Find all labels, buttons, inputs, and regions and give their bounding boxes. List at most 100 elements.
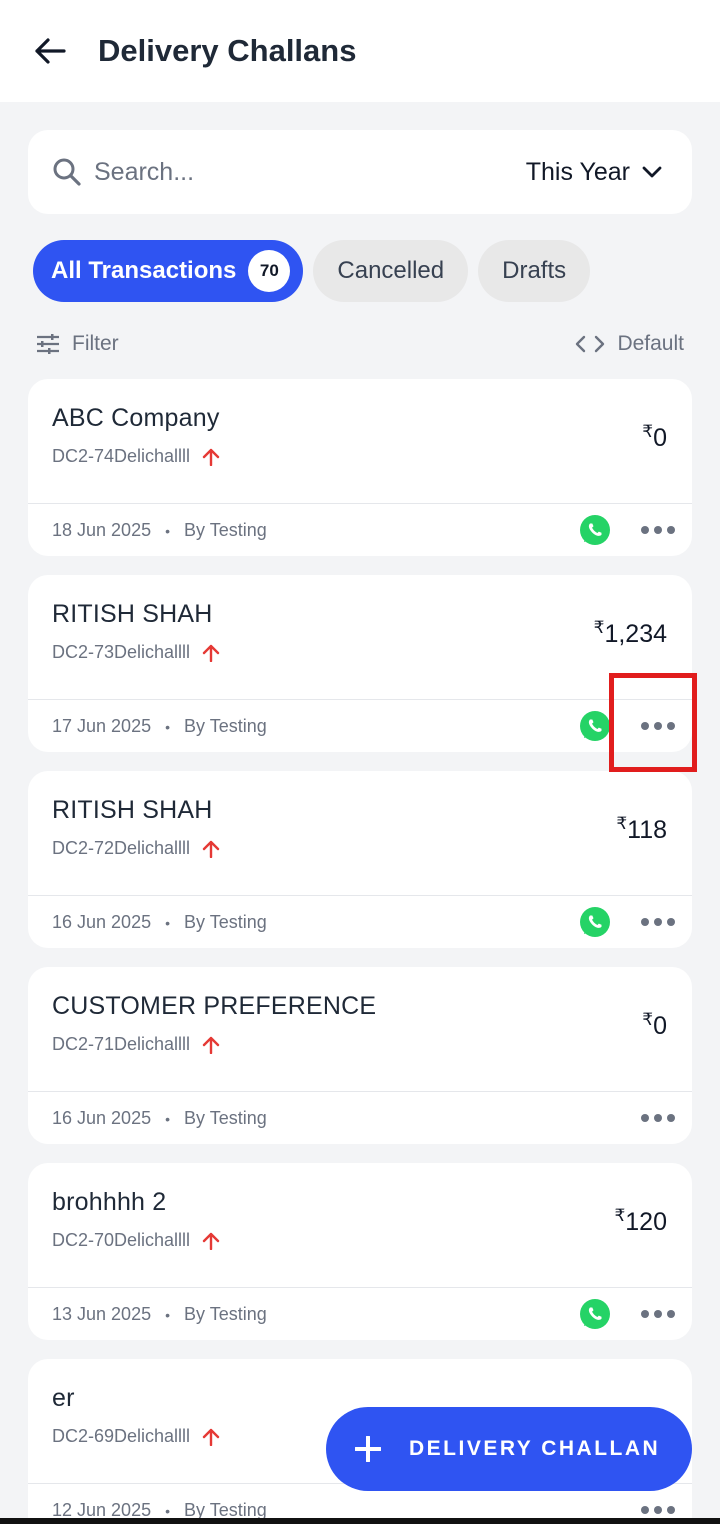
challan-date: 16 Jun 2025 xyxy=(52,1108,152,1128)
currency-symbol: ₹ xyxy=(642,422,654,441)
created-by: By Testing xyxy=(184,520,267,540)
divider xyxy=(28,1091,692,1092)
amount: ₹0 xyxy=(642,422,667,453)
period-dropdown[interactable]: This Year xyxy=(526,158,662,187)
amount-value: 1,234 xyxy=(604,620,667,648)
card-meta: 17 Jun 2025 • By Testing xyxy=(52,716,267,737)
back-arrow-icon[interactable] xyxy=(30,31,70,71)
add-delivery-challan-button[interactable]: DELIVERY CHALLAN xyxy=(326,1407,692,1491)
separator-dot: • xyxy=(165,1111,171,1127)
fab-label: DELIVERY CHALLAN xyxy=(409,1437,661,1460)
challan-number: DC2-70Delichallll xyxy=(52,1230,191,1250)
challan-number: DC2-74Delichallll xyxy=(52,446,191,466)
tab-label: Drafts xyxy=(502,257,567,284)
whatsapp-icon[interactable] xyxy=(579,1298,611,1330)
challan-ref: DC2-74Delichallll xyxy=(52,446,220,467)
more-options-button[interactable] xyxy=(640,518,676,542)
transaction-card[interactable]: brohhhh 2 DC2-70Delichallll ₹120 13 Jun … xyxy=(28,1163,692,1340)
challan-date: 17 Jun 2025 xyxy=(52,716,152,736)
chevron-down-icon xyxy=(642,166,662,178)
customer-name: CUSTOMER PREFERENCE xyxy=(52,992,377,1020)
created-by: By Testing xyxy=(184,1304,267,1324)
tab-label: Cancelled xyxy=(337,257,445,284)
created-by: By Testing xyxy=(184,1108,267,1128)
amount-value: 0 xyxy=(653,424,667,452)
more-dots-icon xyxy=(641,526,649,534)
filter-label: Filter xyxy=(72,332,119,355)
amount: ₹1,234 xyxy=(593,618,667,649)
challan-number: DC2-71Delichallll xyxy=(52,1034,191,1054)
more-options-button[interactable] xyxy=(640,1302,676,1326)
sort-default-button[interactable]: Default xyxy=(575,332,684,356)
currency-symbol: ₹ xyxy=(642,1010,654,1029)
currency-symbol: ₹ xyxy=(614,1206,626,1225)
card-meta: 16 Jun 2025 • By Testing xyxy=(52,1108,267,1129)
up-arrow-icon xyxy=(202,1428,220,1446)
more-dots-icon xyxy=(641,1506,649,1514)
amount: ₹118 xyxy=(616,814,667,845)
divider xyxy=(28,1287,692,1288)
created-by: By Testing xyxy=(184,912,267,932)
currency-symbol: ₹ xyxy=(593,618,605,637)
challan-date: 12 Jun 2025 xyxy=(52,1500,152,1520)
card-body[interactable]: brohhhh 2 DC2-70Delichallll ₹120 xyxy=(28,1163,692,1287)
separator-dot: • xyxy=(165,1503,171,1519)
up-arrow-icon xyxy=(202,840,220,858)
transaction-card[interactable]: CUSTOMER PREFERENCE DC2-71Delichallll ₹0… xyxy=(28,967,692,1144)
whatsapp-icon[interactable] xyxy=(579,906,611,938)
whatsapp-icon[interactable] xyxy=(579,514,611,546)
divider xyxy=(28,895,692,896)
customer-name: er xyxy=(52,1384,75,1412)
more-options-button[interactable] xyxy=(640,910,676,934)
card-body[interactable]: RITISH SHAH DC2-73Delichallll ₹1,234 xyxy=(28,575,692,699)
search-input[interactable] xyxy=(94,157,526,187)
divider xyxy=(28,503,692,504)
currency-symbol: ₹ xyxy=(616,814,628,833)
tab-cancelled[interactable]: Cancelled xyxy=(313,240,469,302)
challan-date: 18 Jun 2025 xyxy=(52,520,152,540)
card-meta: 18 Jun 2025 • By Testing xyxy=(52,520,267,541)
system-nav-bar xyxy=(0,1518,720,1524)
status-tabs: All Transactions 70 Cancelled Drafts xyxy=(33,240,591,302)
up-arrow-icon xyxy=(202,1232,220,1250)
customer-name: RITISH SHAH xyxy=(52,600,213,628)
challan-number: DC2-69Delichallll xyxy=(52,1426,191,1446)
customer-name: brohhhh 2 xyxy=(52,1188,167,1216)
separator-dot: • xyxy=(165,1307,171,1323)
challan-date: 13 Jun 2025 xyxy=(52,1304,152,1324)
tab-drafts[interactable]: Drafts xyxy=(478,240,591,302)
period-label: This Year xyxy=(525,157,630,186)
transaction-card[interactable]: ABC Company DC2-74Delichallll ₹0 18 Jun … xyxy=(28,379,692,556)
more-dots-icon xyxy=(641,918,649,926)
divider xyxy=(28,699,692,700)
more-options-button[interactable] xyxy=(640,1106,676,1130)
tab-all-transactions[interactable]: All Transactions 70 xyxy=(33,240,304,302)
challan-number: DC2-72Delichallll xyxy=(52,838,191,858)
challan-ref: DC2-69Delichallll xyxy=(52,1426,220,1447)
card-body[interactable]: ABC Company DC2-74Delichallll ₹0 xyxy=(28,379,692,503)
amount-value: 118 xyxy=(627,816,667,844)
challan-ref: DC2-73Delichallll xyxy=(52,642,220,663)
amount-value: 120 xyxy=(625,1208,667,1236)
search-bar: This Year xyxy=(28,130,692,214)
challan-ref: DC2-70Delichallll xyxy=(52,1230,220,1251)
whatsapp-icon[interactable] xyxy=(579,710,611,742)
count-badge: 70 xyxy=(248,250,291,292)
filter-button[interactable]: Filter xyxy=(36,332,119,356)
app-header: Delivery Challans xyxy=(0,0,720,102)
more-dots-icon xyxy=(641,1310,649,1318)
separator-dot: • xyxy=(165,719,171,735)
code-brackets-icon xyxy=(576,335,605,353)
amount: ₹0 xyxy=(642,1010,667,1041)
card-body[interactable]: CUSTOMER PREFERENCE DC2-71Delichallll ₹0 xyxy=(28,967,692,1091)
up-arrow-icon xyxy=(202,644,220,662)
card-meta: 16 Jun 2025 • By Testing xyxy=(52,912,267,933)
card-body[interactable]: RITISH SHAH DC2-72Delichallll ₹118 xyxy=(28,771,692,895)
more-dots-icon xyxy=(641,1114,649,1122)
filter-row: Filter Default xyxy=(36,326,684,362)
transaction-card[interactable]: RITISH SHAH DC2-73Delichallll ₹1,234 17 … xyxy=(28,575,692,752)
card-meta: 13 Jun 2025 • By Testing xyxy=(52,1304,267,1325)
transaction-list: ABC Company DC2-74Delichallll ₹0 18 Jun … xyxy=(28,379,692,1524)
transaction-card[interactable]: RITISH SHAH DC2-72Delichallll ₹118 16 Ju… xyxy=(28,771,692,948)
challan-number: DC2-73Delichallll xyxy=(52,642,191,662)
